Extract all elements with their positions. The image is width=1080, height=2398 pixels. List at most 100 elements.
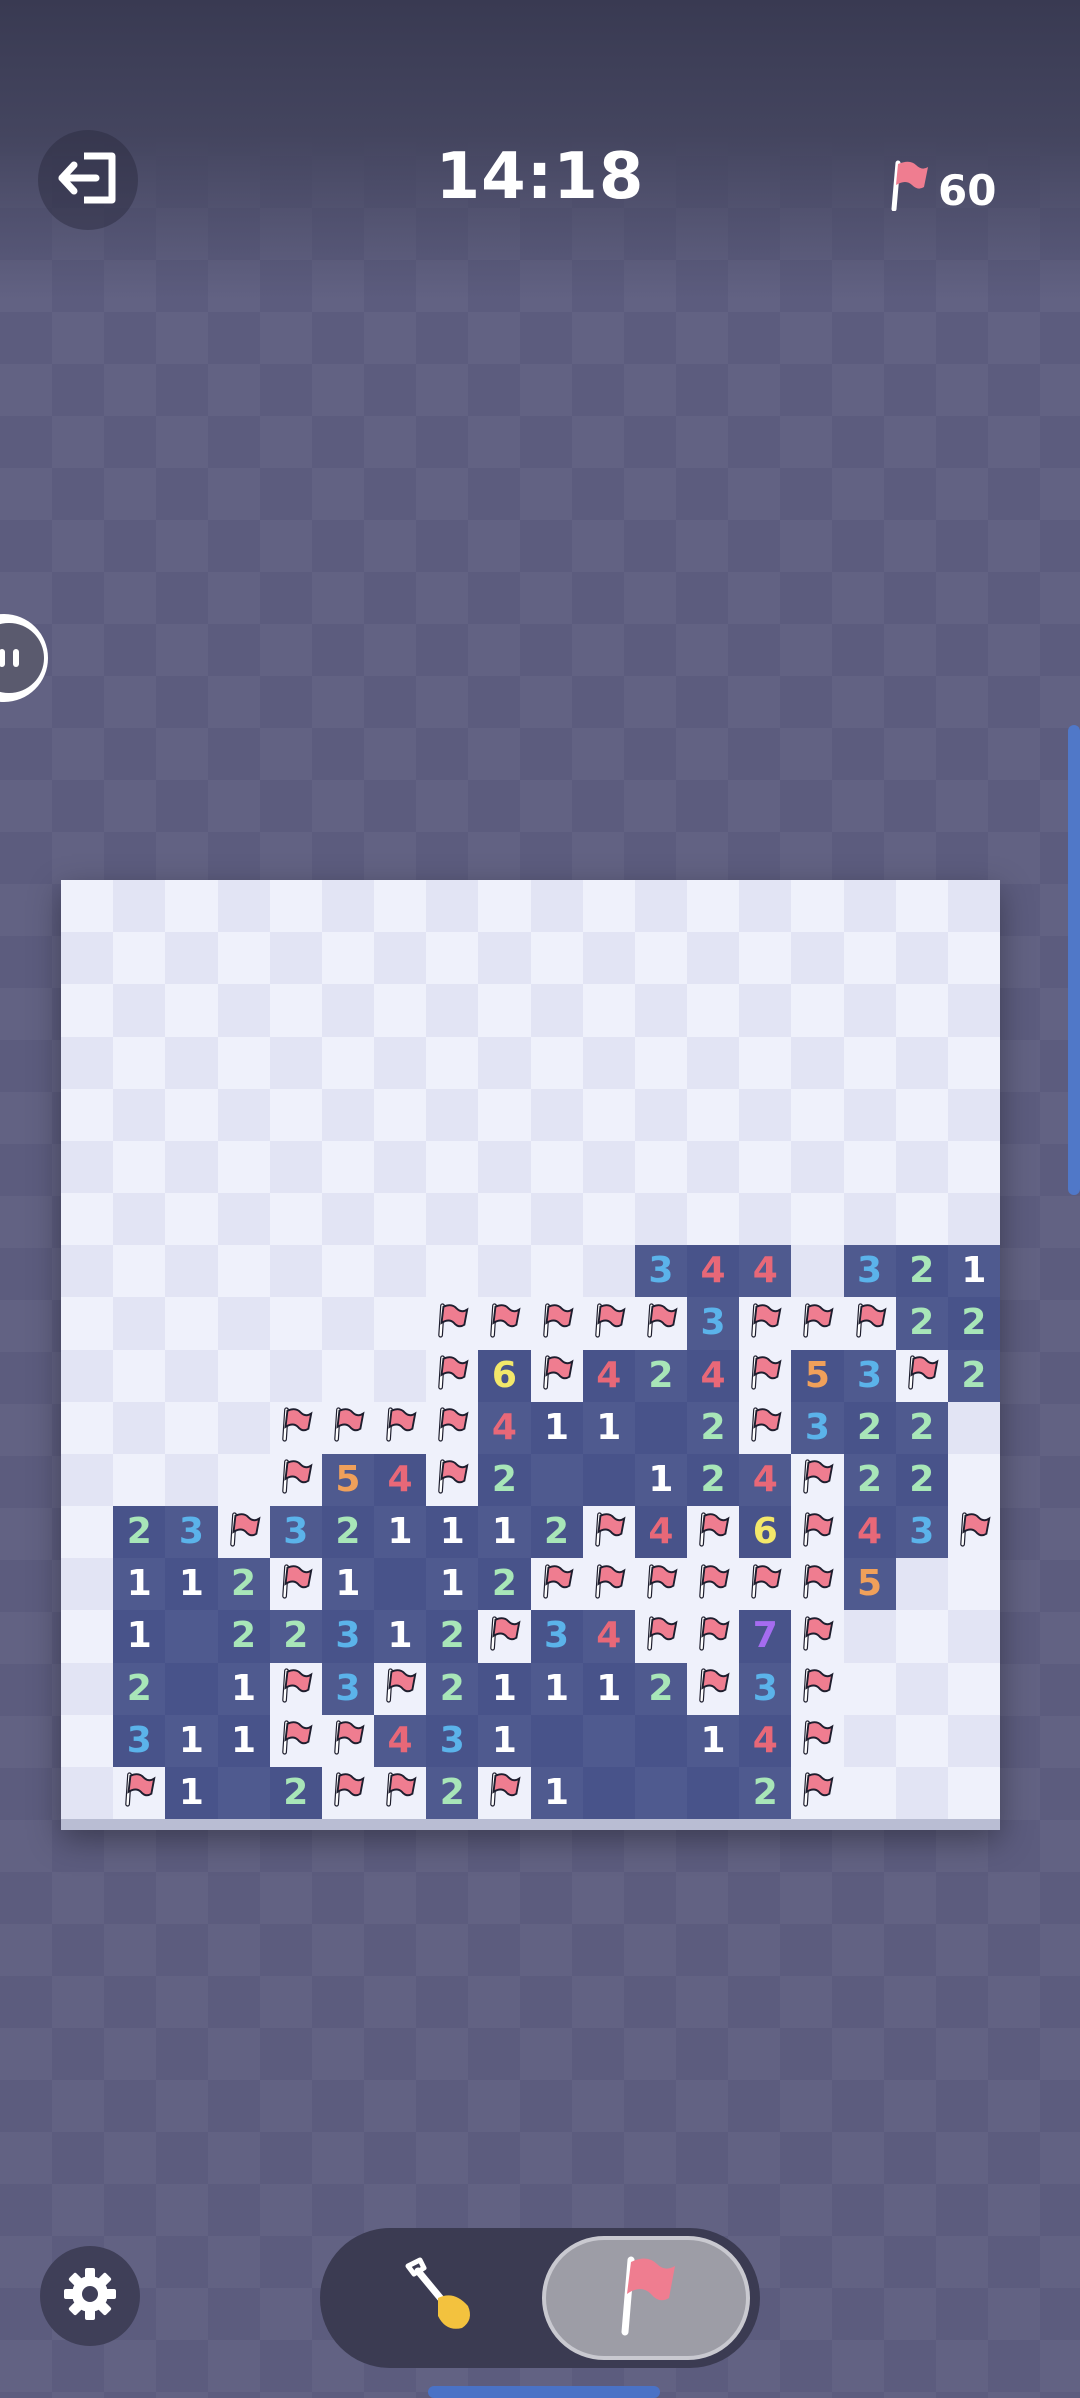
cell-unrevealed[interactable] xyxy=(687,984,740,1037)
cell-number[interactable]: 2 xyxy=(478,1558,531,1611)
cell-unrevealed[interactable] xyxy=(634,880,687,933)
cell-unrevealed[interactable] xyxy=(61,1506,114,1559)
cell-number[interactable]: 6 xyxy=(478,1349,531,1402)
cell-flagged[interactable] xyxy=(530,1297,583,1350)
cell-unrevealed[interactable] xyxy=(582,1193,635,1246)
cell-unrevealed[interactable] xyxy=(739,932,792,985)
cell-number[interactable]: 2 xyxy=(113,1506,166,1559)
cell-unrevealed[interactable] xyxy=(530,1193,583,1246)
cell-number[interactable]: 2 xyxy=(843,1401,896,1454)
cell-unrevealed[interactable] xyxy=(895,932,948,985)
cell-unrevealed[interactable] xyxy=(478,1036,531,1089)
cell-number[interactable]: 1 xyxy=(374,1506,427,1559)
cell-flagged[interactable] xyxy=(739,1558,792,1611)
cell-unrevealed[interactable] xyxy=(61,1088,114,1141)
cell-unrevealed[interactable] xyxy=(947,932,1000,985)
cell-flagged[interactable] xyxy=(269,1558,322,1611)
cell-unrevealed[interactable] xyxy=(582,984,635,1037)
cell-number[interactable]: 1 xyxy=(113,1558,166,1611)
cell-unrevealed[interactable] xyxy=(113,880,166,933)
cell-unrevealed[interactable] xyxy=(165,1140,218,1193)
cell-flagged[interactable] xyxy=(426,1401,479,1454)
cell-unrevealed[interactable] xyxy=(61,1610,114,1663)
cell-unrevealed[interactable] xyxy=(478,932,531,985)
cell-flagged[interactable] xyxy=(217,1506,270,1559)
cell-flagged[interactable] xyxy=(374,1662,427,1715)
cell-unrevealed[interactable] xyxy=(61,1140,114,1193)
cell-number[interactable]: 1 xyxy=(478,1714,531,1767)
cell-unrevealed[interactable] xyxy=(217,1349,270,1402)
cell-unrevealed[interactable] xyxy=(61,984,114,1037)
cell-number[interactable]: 2 xyxy=(687,1401,740,1454)
cell-flagged[interactable] xyxy=(687,1558,740,1611)
cell-unrevealed[interactable] xyxy=(426,1193,479,1246)
cell-flagged[interactable] xyxy=(426,1297,479,1350)
cell-flagged[interactable] xyxy=(478,1297,531,1350)
cell-unrevealed[interactable] xyxy=(269,1349,322,1402)
cell-number[interactable]: 4 xyxy=(582,1610,635,1663)
cell-empty[interactable] xyxy=(582,1766,635,1819)
cell-unrevealed[interactable] xyxy=(843,1662,896,1715)
cell-number[interactable]: 4 xyxy=(687,1245,740,1298)
cell-number[interactable]: 1 xyxy=(217,1714,270,1767)
cell-number[interactable]: 2 xyxy=(634,1662,687,1715)
cell-unrevealed[interactable] xyxy=(321,1036,374,1089)
cell-unrevealed[interactable] xyxy=(947,1036,1000,1089)
cell-flagged[interactable] xyxy=(739,1401,792,1454)
cell-number[interactable]: 2 xyxy=(739,1766,792,1819)
cell-empty[interactable] xyxy=(165,1662,218,1715)
cell-unrevealed[interactable] xyxy=(739,1193,792,1246)
cell-number[interactable]: 2 xyxy=(321,1506,374,1559)
cell-unrevealed[interactable] xyxy=(61,1349,114,1402)
cell-unrevealed[interactable] xyxy=(426,1036,479,1089)
cell-number[interactable]: 2 xyxy=(895,1453,948,1506)
cell-unrevealed[interactable] xyxy=(113,1349,166,1402)
cell-unrevealed[interactable] xyxy=(61,1036,114,1089)
cell-number[interactable]: 4 xyxy=(478,1401,531,1454)
cell-unrevealed[interactable] xyxy=(739,1036,792,1089)
cell-unrevealed[interactable] xyxy=(217,984,270,1037)
cell-unrevealed[interactable] xyxy=(217,1088,270,1141)
cell-unrevealed[interactable] xyxy=(895,984,948,1037)
cell-number[interactable]: 2 xyxy=(217,1610,270,1663)
cell-unrevealed[interactable] xyxy=(895,1088,948,1141)
cell-flagged[interactable] xyxy=(269,1401,322,1454)
cell-unrevealed[interactable] xyxy=(843,984,896,1037)
cell-number[interactable]: 3 xyxy=(895,1506,948,1559)
cell-number[interactable]: 3 xyxy=(791,1401,844,1454)
cell-unrevealed[interactable] xyxy=(895,1662,948,1715)
cell-unrevealed[interactable] xyxy=(269,1193,322,1246)
cell-unrevealed[interactable] xyxy=(530,1088,583,1141)
cell-unrevealed[interactable] xyxy=(843,1714,896,1767)
cell-flagged[interactable] xyxy=(426,1453,479,1506)
cell-unrevealed[interactable] xyxy=(582,932,635,985)
cell-flagged[interactable] xyxy=(739,1297,792,1350)
cell-unrevealed[interactable] xyxy=(269,984,322,1037)
cell-flagged[interactable] xyxy=(739,1349,792,1402)
cell-unrevealed[interactable] xyxy=(269,1088,322,1141)
cell-unrevealed[interactable] xyxy=(165,932,218,985)
cell-number[interactable]: 3 xyxy=(739,1662,792,1715)
cell-number[interactable]: 2 xyxy=(269,1610,322,1663)
cell-unrevealed[interactable] xyxy=(895,1036,948,1089)
cell-number[interactable]: 3 xyxy=(165,1506,218,1559)
cell-unrevealed[interactable] xyxy=(374,1297,427,1350)
cell-unrevealed[interactable] xyxy=(478,984,531,1037)
cell-unrevealed[interactable] xyxy=(843,1088,896,1141)
cell-unrevealed[interactable] xyxy=(269,1297,322,1350)
cell-number[interactable]: 2 xyxy=(895,1401,948,1454)
cell-unrevealed[interactable] xyxy=(687,1193,740,1246)
flag-tool-button[interactable] xyxy=(542,2236,750,2360)
cell-unrevealed[interactable] xyxy=(269,1140,322,1193)
cell-number[interactable]: 4 xyxy=(634,1506,687,1559)
cell-unrevealed[interactable] xyxy=(165,984,218,1037)
cell-unrevealed[interactable] xyxy=(478,880,531,933)
cell-unrevealed[interactable] xyxy=(791,932,844,985)
cell-unrevealed[interactable] xyxy=(895,1558,948,1611)
cell-unrevealed[interactable] xyxy=(61,1245,114,1298)
cell-unrevealed[interactable] xyxy=(269,932,322,985)
cell-flagged[interactable] xyxy=(687,1610,740,1663)
cell-number[interactable]: 3 xyxy=(634,1245,687,1298)
cell-number[interactable]: 3 xyxy=(426,1714,479,1767)
cell-flagged[interactable] xyxy=(269,1453,322,1506)
